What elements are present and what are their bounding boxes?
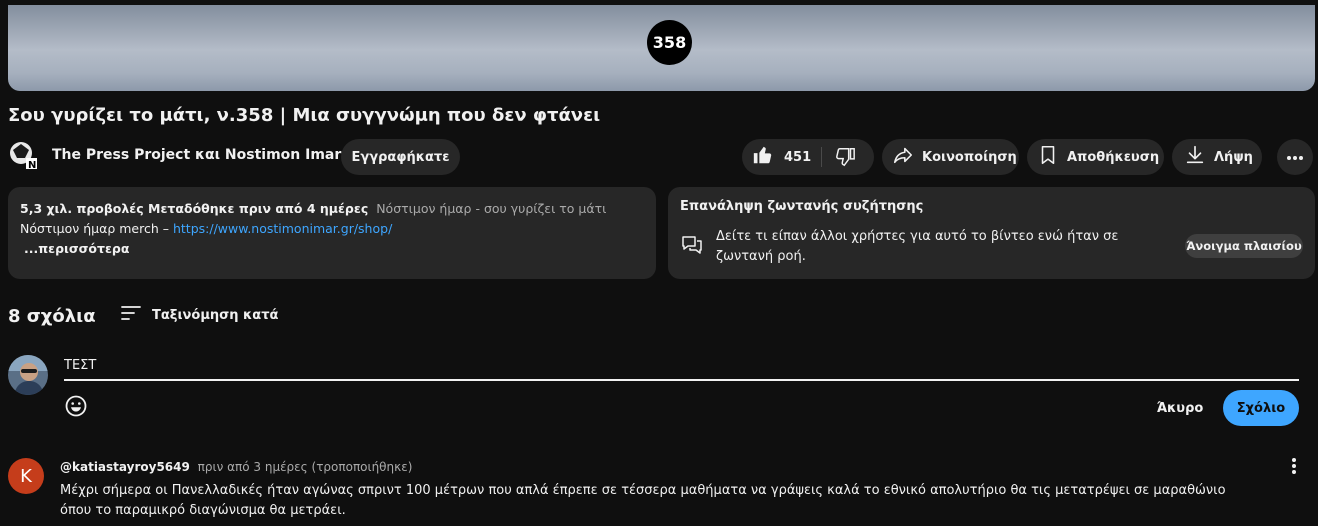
bookmark-icon [1037, 144, 1059, 170]
thumbs-down-icon [834, 148, 856, 172]
more-vertical-icon [1291, 457, 1297, 479]
comment-text: Μέχρι σήμερα οι Πανελλαδικές ήταν αγώνας… [60, 483, 1226, 518]
sort-label: Ταξινόμηση κατά [152, 307, 279, 323]
more-horizontal-icon [1286, 150, 1304, 165]
share-icon [892, 144, 914, 170]
thumbs-up-icon [752, 144, 774, 170]
comment-date[interactable]: πριν από 3 ημέρες (τροποποιήθηκε) [198, 460, 413, 474]
like-divider [821, 147, 822, 167]
comment-author-avatar[interactable]: K [8, 458, 44, 494]
like-dislike-group: 451 [742, 139, 874, 175]
user-avatar [8, 355, 48, 395]
share-label: Κοινοποίηση [922, 149, 1017, 165]
comment-menu-button[interactable] [1284, 456, 1304, 480]
show-more-link[interactable]: ...περισσότερα [24, 241, 129, 256]
more-actions-button[interactable] [1277, 139, 1313, 175]
live-chat-title: Επανάληψη ζωντανής συζήτησης [680, 199, 924, 214]
episode-badge: 358 [647, 20, 692, 65]
like-button[interactable]: 451 [742, 139, 811, 175]
live-chat-replay-panel: Επανάληψη ζωντανής συζήτησης Δείτε τι εί… [668, 187, 1315, 279]
video-meta: 5,3 χιλ. προβολές Μεταδόθηκε πριν από 4 … [20, 201, 369, 216]
video-title: Σου γυρίζει το μάτι, ν.358 | Μια συγγνώμ… [8, 105, 601, 126]
submit-comment-button[interactable]: Σχόλιο [1223, 390, 1299, 426]
channel-logo[interactable]: N [8, 140, 38, 171]
comment-header: @katiastayroy5649 πριν από 3 ημέρες (τρο… [60, 460, 412, 474]
description-box[interactable]: 5,3 χιλ. προβολές Μεταδόθηκε πριν από 4 … [8, 187, 656, 279]
chat-bubbles-icon [680, 233, 704, 257]
sort-comments-button[interactable]: Ταξινόμηση κατά [120, 303, 278, 327]
merch-text: Νόστιμον ήμαρ merch – [20, 221, 173, 236]
download-label: Λήψη [1214, 149, 1253, 165]
smiley-icon [64, 395, 88, 422]
video-player[interactable]: 358 [8, 0, 1315, 91]
cancel-button[interactable]: Άκυρο [1146, 390, 1214, 426]
sort-icon [120, 303, 142, 327]
comment-author[interactable]: @katiastayroy5649 [60, 460, 190, 474]
subscribe-button[interactable]: Εγγραφήκατε [341, 139, 460, 175]
like-count: 451 [784, 149, 812, 165]
comments-count: 8 σχόλια [8, 306, 96, 327]
save-button[interactable]: Αποθήκευση [1027, 139, 1164, 175]
emoji-button[interactable] [64, 394, 88, 418]
download-button[interactable]: Λήψη [1172, 139, 1262, 175]
channel-name[interactable]: The Press Project και Nostimon Imar [52, 147, 341, 163]
live-chat-description: Δείτε τι είπαν άλλοι χρήστες για αυτό το… [716, 229, 1119, 264]
save-label: Αποθήκευση [1067, 149, 1160, 165]
download-icon [1184, 144, 1206, 170]
svg-text:N: N [28, 160, 36, 170]
merch-link[interactable]: https://www.nostimonimar.gr/shop/ [173, 221, 392, 236]
dislike-button[interactable] [834, 146, 856, 172]
comment-input[interactable] [64, 352, 1299, 381]
share-button[interactable]: Κοινοποίηση [882, 139, 1019, 175]
description-hashtags[interactable]: Νόστιμον ήμαρ - σου γυρίζει το μάτι [376, 201, 606, 216]
video-top-edge [8, 0, 1315, 5]
open-chat-panel-button[interactable]: Άνοιγμα πλαισίου [1185, 234, 1303, 258]
